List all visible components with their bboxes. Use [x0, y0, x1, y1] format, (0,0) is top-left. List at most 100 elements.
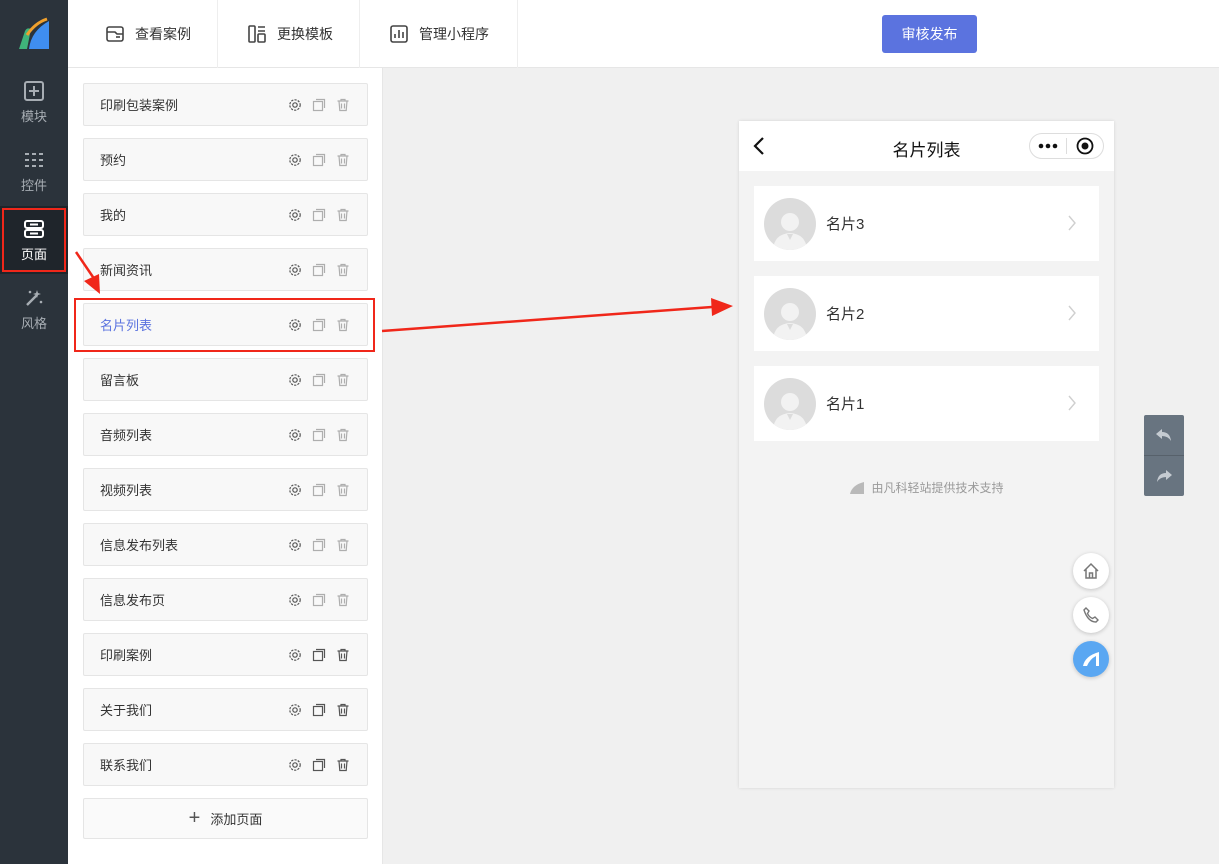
undo-button[interactable] [1144, 415, 1184, 455]
copy-icon[interactable] [311, 97, 327, 113]
brand-float-button[interactable] [1073, 641, 1109, 677]
page-item-label: 名片列表 [100, 318, 153, 333]
trash-icon[interactable] [335, 647, 351, 663]
trash-icon[interactable] [335, 152, 351, 168]
trash-icon[interactable] [335, 317, 351, 333]
trash-icon[interactable] [335, 757, 351, 773]
redo-button[interactable] [1144, 456, 1184, 496]
view-cases-button[interactable]: 查看案例 [68, 0, 218, 68]
page-item[interactable]: 信息发布页 [83, 578, 368, 621]
gear-icon[interactable] [287, 372, 303, 388]
copy-icon[interactable] [311, 592, 327, 608]
page-item-label: 我的 [100, 208, 127, 223]
bar-chart-icon [390, 25, 408, 43]
copy-icon[interactable] [311, 317, 327, 333]
trash-icon[interactable] [335, 482, 351, 498]
page-list-panel: 印刷包装案例 预约我的新闻资讯名片列表留言板音频列表视频列表信息发布列表信息发布页… [68, 68, 383, 864]
page-item-label: 留言板 [100, 373, 140, 388]
page-item[interactable]: 新闻资讯 [83, 248, 368, 291]
page-item[interactable]: 视频列表 [83, 468, 368, 511]
gear-icon[interactable] [287, 427, 303, 443]
page-item[interactable]: 联系我们 [83, 743, 368, 786]
powered-by-text: 由凡科轻站提供技术支持 [871, 481, 1004, 495]
trash-icon[interactable] [335, 372, 351, 388]
nav-label: 模块 [20, 108, 47, 124]
page-item[interactable]: 音频列表 [83, 413, 368, 456]
copy-icon[interactable] [311, 427, 327, 443]
gear-icon[interactable] [287, 757, 303, 773]
gear-icon[interactable] [287, 317, 303, 333]
sliders-icon [25, 152, 43, 167]
page-item-label: 视频列表 [100, 483, 153, 498]
gear-icon[interactable] [287, 207, 303, 223]
phone-float-button[interactable] [1073, 597, 1109, 633]
page-item-label: 信息发布列表 [100, 538, 179, 553]
copy-icon[interactable] [311, 647, 327, 663]
nav-label: 页面 [20, 246, 47, 262]
add-page-button[interactable]: + 添加页面 [83, 798, 368, 839]
app-logo[interactable] [0, 0, 68, 68]
trash-icon[interactable] [335, 702, 351, 718]
case-folder-icon [106, 26, 124, 42]
copy-icon[interactable] [311, 482, 327, 498]
chevron-right-icon [1068, 305, 1076, 321]
change-template-label: 更换模板 [277, 26, 333, 42]
gear-icon[interactable] [287, 152, 303, 168]
trash-icon[interactable] [335, 427, 351, 443]
nav-item-modules[interactable]: 模块 [0, 68, 68, 136]
trash-icon[interactable] [335, 262, 351, 278]
trash-icon[interactable] [335, 97, 351, 113]
nav-item-style[interactable]: 风格 [0, 275, 68, 343]
template-layout-icon [248, 25, 266, 43]
page-item[interactable]: 我的 [83, 193, 368, 236]
copy-icon[interactable] [311, 702, 327, 718]
gear-icon[interactable] [287, 592, 303, 608]
change-template-button[interactable]: 更换模板 [218, 0, 360, 68]
manage-miniapp-button[interactable]: 管理小程序 [360, 0, 518, 68]
copy-icon[interactable] [311, 262, 327, 278]
trash-icon[interactable] [335, 207, 351, 223]
view-cases-label: 查看案例 [135, 26, 191, 42]
more-dots-icon[interactable] [1030, 134, 1066, 158]
gear-icon[interactable] [287, 262, 303, 278]
phone-preview: 名片列表 名片3 名片2 名片1 由凡科轻站提供技术支持 [739, 121, 1114, 788]
business-card-item[interactable]: 名片2 [754, 276, 1099, 351]
page-item-label: 新闻资讯 [100, 263, 153, 278]
page-item-label: 印刷案例 [100, 648, 153, 663]
business-card-item[interactable]: 名片3 [754, 186, 1099, 261]
page-item[interactable]: 预约 [83, 138, 368, 181]
gear-icon[interactable] [287, 482, 303, 498]
page-item[interactable]: 印刷案例 [83, 633, 368, 676]
card-name: 名片1 [826, 396, 865, 413]
gear-icon[interactable] [287, 537, 303, 553]
nav-label: 风格 [20, 315, 47, 331]
gear-icon[interactable] [287, 702, 303, 718]
business-card-item[interactable]: 名片1 [754, 366, 1099, 441]
chevron-right-icon [1068, 395, 1076, 411]
trash-icon[interactable] [335, 537, 351, 553]
magic-wand-icon [26, 289, 43, 306]
trash-icon[interactable] [335, 592, 351, 608]
add-page-label: 添加页面 [210, 812, 263, 827]
copy-icon[interactable] [311, 207, 327, 223]
copy-icon[interactable] [311, 372, 327, 388]
gear-icon[interactable] [287, 97, 303, 113]
page-item[interactable]: 信息发布列表 [83, 523, 368, 566]
publish-button[interactable]: 审核发布 [882, 15, 977, 53]
page-item[interactable]: 名片列表 [83, 303, 368, 346]
page-item[interactable]: 关于我们 [83, 688, 368, 731]
page-item-label: 音频列表 [100, 428, 153, 443]
phone-header: 名片列表 [739, 121, 1114, 171]
home-float-button[interactable] [1073, 553, 1109, 589]
gear-icon[interactable] [287, 647, 303, 663]
copy-icon[interactable] [311, 537, 327, 553]
page-item[interactable]: 留言板 [83, 358, 368, 401]
chevron-right-icon [1068, 215, 1076, 231]
copy-icon[interactable] [311, 152, 327, 168]
nav-item-pages[interactable]: 页面 [0, 206, 68, 274]
nav-item-controls[interactable]: 控件 [0, 137, 68, 205]
close-target-icon[interactable] [1067, 134, 1103, 158]
card-name: 名片2 [826, 306, 865, 323]
copy-icon[interactable] [311, 757, 327, 773]
page-item[interactable]: 印刷包装案例 [83, 83, 368, 126]
